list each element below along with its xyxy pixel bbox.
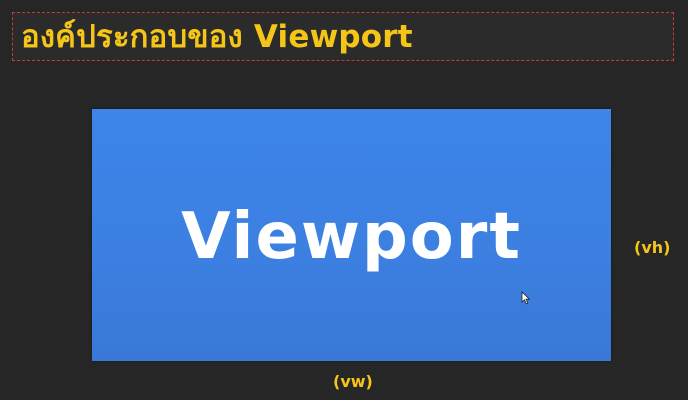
viewport-rectangle: Viewport [92,109,611,361]
viewport-label: Viewport [181,200,522,274]
width-label: (vw) [333,372,373,391]
slide-title: องค์ประกอบของ Viewport [21,19,413,55]
height-label: (vh) [634,238,671,257]
mouse-pointer-icon [521,291,531,305]
